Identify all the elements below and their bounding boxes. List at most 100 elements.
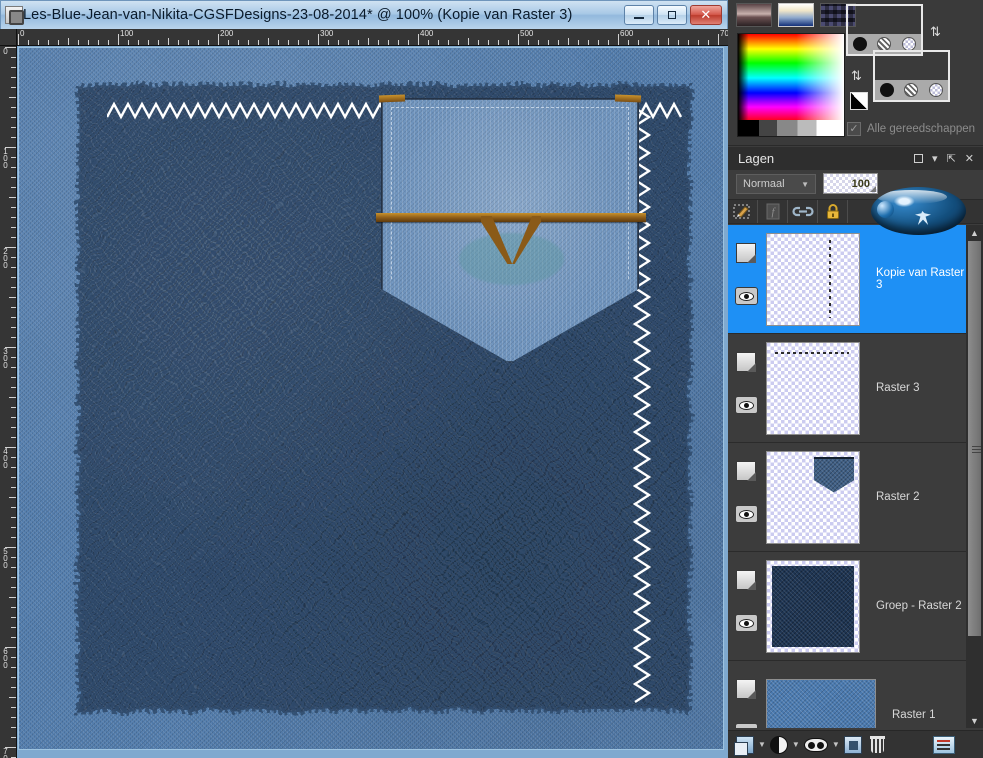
pin-icon[interactable]: ⇱: [947, 152, 956, 165]
adjustment-layer-button[interactable]: f: [758, 200, 788, 223]
layer-row[interactable]: Raster 1: [728, 661, 966, 728]
scroll-up-icon[interactable]: ▲: [966, 225, 983, 240]
close-button[interactable]: ✕: [689, 5, 722, 25]
horizontal-ruler[interactable]: 0100200300400500600700: [0, 29, 728, 46]
merge-layers-button[interactable]: [843, 734, 862, 756]
globe-graphic: [871, 187, 966, 235]
visibility-toggle-icon[interactable]: [735, 287, 758, 305]
gradient-button[interactable]: [904, 83, 919, 97]
gradient-button[interactable]: [877, 37, 892, 51]
new-layer-icon: [734, 735, 754, 756]
all-tools-label: Alle gereedschappen: [867, 123, 976, 135]
layer-type-icon: [736, 352, 756, 372]
scroll-down-icon[interactable]: ▼: [966, 713, 983, 728]
link-layers-button[interactable]: [788, 200, 818, 223]
close-icon[interactable]: ✕: [965, 152, 974, 165]
vertical-ruler[interactable]: 0100200300400500600700: [0, 29, 17, 758]
layer-name: Raster 1: [892, 709, 936, 721]
lock-icon: [826, 204, 839, 219]
layer-mask-dropdown[interactable]: ▼: [832, 734, 840, 756]
adjustment-icon: f: [766, 203, 779, 220]
all-tools-checkbox[interactable]: ✓: [847, 122, 861, 136]
frame-tab[interactable]: [736, 3, 772, 27]
color-button[interactable]: [853, 37, 868, 51]
globe-figure: [915, 211, 931, 225]
grayscale-strip[interactable]: [738, 120, 844, 136]
scrollbar-grip: [972, 446, 981, 453]
trash-icon: [869, 736, 885, 753]
minimize-button[interactable]: [624, 5, 654, 25]
visibility-toggle-icon[interactable]: [735, 614, 758, 632]
layers-panel-header: Lagen ▾ ⇱ ✕: [728, 147, 983, 170]
image-window: Les-Blue-Jean-van-Nikita-CGSFDesigns-23-…: [0, 0, 728, 758]
layer-style-icon: [733, 204, 750, 219]
image-canvas[interactable]: [18, 47, 724, 750]
scrollbar-thumb[interactable]: [968, 241, 981, 636]
layer-properties-button[interactable]: [932, 734, 955, 756]
layer-row[interactable]: Groep - Raster 2: [728, 552, 966, 661]
visibility-toggle-icon[interactable]: [735, 723, 758, 728]
layer-name: Groep - Raster 2: [876, 600, 962, 612]
thumb-dash-horizontal: [775, 351, 849, 354]
thumb-pocket: [814, 456, 854, 493]
minimize-icon: [634, 16, 645, 19]
layer-type-icon: [736, 243, 756, 263]
globe-ball: [877, 201, 894, 218]
layers-list[interactable]: Kopie van Raster 3 Raster 3 Raster 2 Gro…: [728, 225, 983, 728]
layer-thumbnail[interactable]: [766, 341, 860, 435]
swap-materials-icon[interactable]: ⇅: [851, 68, 862, 84]
pocket-wear-oval: [459, 233, 564, 285]
color-button[interactable]: [880, 83, 895, 97]
layer-row[interactable]: Raster 3: [728, 334, 966, 443]
layer-row[interactable]: Kopie van Raster 3: [728, 225, 966, 334]
layer-thumbnail[interactable]: [766, 232, 860, 326]
swap-colors-icon[interactable]: ⇅: [930, 24, 941, 40]
new-layer-dropdown[interactable]: ▼: [758, 734, 766, 756]
close-icon: ✕: [700, 7, 712, 22]
black-white-reset-icon[interactable]: [850, 92, 868, 110]
hue-saturation-area[interactable]: [738, 34, 844, 122]
all-tools-checkbox-row[interactable]: ✓ Alle gereedschappen: [847, 122, 975, 136]
lock-layer-button[interactable]: [818, 200, 848, 223]
pocket-rivet-right: [614, 94, 642, 103]
layer-thumbnail[interactable]: [766, 679, 876, 728]
layers-panel-title: Lagen: [738, 151, 775, 166]
new-adjustment-dropdown[interactable]: ▼: [792, 734, 800, 756]
ruler-corner: [0, 29, 17, 46]
layer-mask-button[interactable]: [803, 734, 828, 756]
layer-thumbnail[interactable]: [766, 559, 860, 653]
color-picker-wheel[interactable]: [737, 33, 845, 137]
background-material-swatch[interactable]: [873, 50, 950, 102]
rainbow-tab[interactable]: [778, 3, 814, 27]
layer-row[interactable]: Raster 2: [728, 443, 966, 552]
layers-scrollbar[interactable]: ▲ ▼: [966, 225, 983, 728]
layer-thumbnail[interactable]: [766, 450, 860, 544]
thumb-denim-dark: [772, 565, 854, 647]
pocket-inner-stitch: [391, 107, 629, 354]
restore-button[interactable]: [656, 5, 687, 25]
delete-layer-button[interactable]: [869, 734, 885, 756]
visibility-toggle-icon[interactable]: [735, 396, 758, 414]
pattern-button[interactable]: [901, 37, 916, 51]
layer-name: Raster 2: [876, 491, 920, 503]
properties-icon: [932, 735, 955, 754]
layer-mask-icon: [803, 737, 828, 752]
blend-mode-dropdown[interactable]: Normaal ▼: [736, 174, 816, 194]
blend-mode-value: Normaal: [743, 178, 785, 190]
foreground-material-swatch[interactable]: [846, 4, 923, 56]
opacity-field[interactable]: 100: [823, 173, 878, 194]
chevron-down-icon: ▼: [801, 179, 809, 189]
window-icon[interactable]: [914, 154, 924, 163]
visibility-toggle-icon[interactable]: [735, 505, 758, 523]
window-titlebar[interactable]: Les-Blue-Jean-van-Nikita-CGSFDesigns-23-…: [0, 0, 728, 29]
paintshop-pro-window: Les-Blue-Jean-van-Nikita-CGSFDesigns-23-…: [0, 0, 983, 758]
globe-dot: [872, 193, 877, 198]
new-layer-button[interactable]: [734, 734, 754, 756]
jeans-pocket: [376, 94, 646, 363]
pattern-button[interactable]: [928, 83, 943, 97]
materials-tabs: [736, 3, 856, 27]
new-adjustment-button[interactable]: [769, 734, 788, 756]
thumb-dash-vertical: [829, 239, 831, 318]
layer-style-button[interactable]: [728, 200, 758, 223]
chevron-down-icon[interactable]: ▾: [932, 152, 938, 165]
